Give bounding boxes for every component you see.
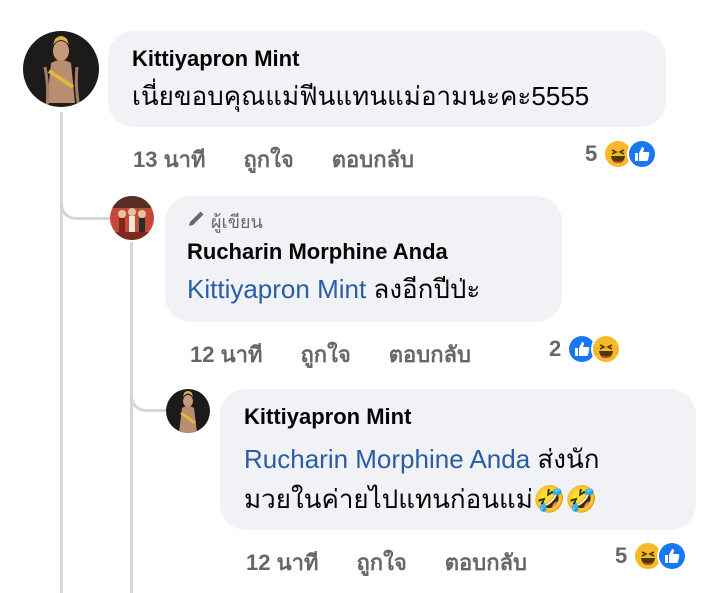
reaction-summary[interactable]: 5: [585, 139, 658, 169]
comment-actions: 12 นาที ถูกใจ ตอบกลับ: [246, 545, 527, 580]
comment-text: เนี่ยขอบคุณแม่ฟีนแทนแม่อามนะคะ5555: [132, 81, 590, 111]
reaction-summary[interactable]: 5: [615, 541, 688, 571]
mention-link[interactable]: Kittiyapron Mint: [187, 274, 366, 304]
reply-button[interactable]: ตอบกลับ: [332, 142, 414, 177]
avatar[interactable]: [110, 196, 154, 240]
comment-bubble: ผู้เขียน Rucharin Morphine Anda Kittiyap…: [165, 196, 562, 322]
reaction-count: 5: [585, 141, 598, 166]
comment-bubble: Kittiyapron Mint Rucharin Morphine Anda …: [220, 389, 696, 530]
like-icon: [627, 139, 658, 169]
comment-author[interactable]: Rucharin Morphine Anda: [187, 238, 562, 266]
like-button[interactable]: ถูกใจ: [300, 337, 350, 372]
avatar[interactable]: [166, 389, 210, 433]
comment-bubble: Kittiyapron Mint เนี่ยขอบคุณแม่ฟีนแทนแม่…: [108, 31, 666, 127]
pencil-icon: [187, 210, 205, 233]
comment-time[interactable]: 12 นาที: [246, 545, 318, 580]
comment-text-line1: ส่งนัก: [530, 444, 600, 474]
author-badge: ผู้เขียน: [187, 210, 562, 232]
thread-line-reply: [130, 242, 133, 593]
reaction-count: 5: [615, 543, 628, 568]
avatar[interactable]: [23, 31, 99, 107]
comment-time[interactable]: 13 นาที: [133, 142, 205, 177]
comment-actions: 12 นาที ถูกใจ ตอบกลับ: [190, 337, 471, 372]
reaction-summary[interactable]: 2: [549, 334, 622, 364]
reply-button[interactable]: ตอบกลับ: [389, 337, 471, 372]
like-button[interactable]: ถูกใจ: [356, 545, 406, 580]
mention-link[interactable]: Rucharin Morphine Anda: [244, 444, 530, 474]
comment-text-line2: มวยในค่ายไปแทนก่อนแม่: [244, 484, 533, 514]
comment-text: Kittiyapron Mint ลงอีกปีป่ะ: [187, 272, 562, 306]
author-badge-label: ผู้เขียน: [211, 211, 263, 232]
comment-text-body: ลงอีกปีป่ะ: [366, 274, 481, 304]
comment-author[interactable]: Kittiyapron Mint: [132, 45, 666, 73]
rofl-emoji: 🤣🤣: [532, 484, 598, 514]
comment-time[interactable]: 12 นาที: [190, 337, 262, 372]
thread-connector-2: [130, 390, 168, 412]
reaction-count: 2: [549, 336, 562, 361]
reply-button[interactable]: ตอบกลับ: [445, 545, 527, 580]
like-icon: [657, 541, 688, 571]
comment-actions: 13 นาที ถูกใจ ตอบกลับ: [133, 142, 414, 177]
thread-connector-1: [60, 200, 110, 220]
comment-author[interactable]: Kittiyapron Mint: [244, 403, 696, 431]
thread-line-main: [60, 112, 63, 593]
like-button[interactable]: ถูกใจ: [243, 142, 293, 177]
haha-icon: [591, 334, 622, 364]
comment-text: Rucharin Morphine Anda ส่งนัก มวยในค่ายไ…: [244, 439, 696, 519]
